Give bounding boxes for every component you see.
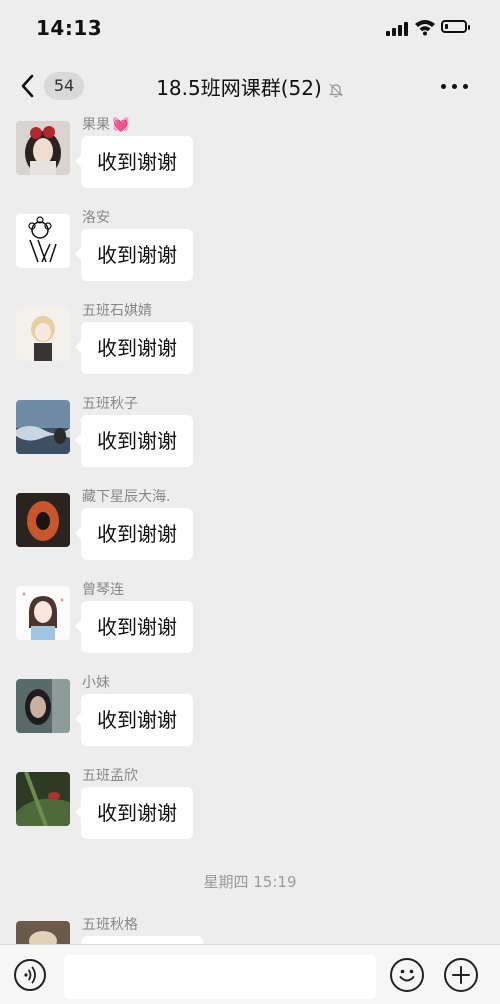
- sender-name: 果果 💓: [82, 117, 130, 133]
- sender-name: 曾琴连: [82, 582, 124, 598]
- message-item: 洛安 收到谢谢: [0, 207, 500, 300]
- message-bubble[interactable]: 收到谢谢: [75, 322, 193, 374]
- message-input[interactable]: [64, 955, 376, 999]
- message-timestamp: 星期四 15:19: [203, 873, 297, 891]
- message-item: 五班孟欣 收到谢谢: [0, 765, 500, 858]
- voice-button[interactable]: [14, 959, 46, 991]
- sender-name: 五班秋格: [82, 917, 138, 933]
- sender-name: 五班秋子: [82, 396, 138, 412]
- battery-level: [445, 24, 448, 29]
- message-bubble[interactable]: 收到谢谢: [75, 601, 193, 653]
- plus-circle-icon: [452, 966, 470, 984]
- avatar[interactable]: [16, 121, 70, 175]
- message-list[interactable]: 果果 💓 收到谢谢 洛安 收到谢谢 五班石娸婧 收到谢谢 五班秋子 收到谢谢 藏…: [0, 114, 500, 944]
- message-item: 小妹 收到谢谢: [0, 672, 500, 765]
- heart-emoji: 💓: [112, 117, 130, 133]
- sender-name: 小妹: [82, 675, 110, 691]
- avatar[interactable]: [16, 772, 70, 826]
- avatar[interactable]: [16, 586, 70, 640]
- avatar[interactable]: [16, 679, 70, 733]
- message-item: 五班秋格: [0, 914, 500, 944]
- message-bubble[interactable]: [81, 936, 203, 944]
- sender-name: 五班孟欣: [82, 768, 138, 784]
- emoji-icon: [399, 969, 415, 982]
- chat-screen: 14:13 54 18.5班网课群(52) 果果 💓 收到谢谢 洛安 收到谢谢 …: [0, 0, 500, 1004]
- chevron-left-icon: [21, 74, 34, 98]
- chat-header: 54 18.5班网课群(52): [0, 56, 500, 114]
- message-item: 五班石娸婧 收到谢谢: [0, 300, 500, 393]
- chat-title: 18.5班网课群(52): [156, 76, 322, 100]
- more-options-button[interactable]: [438, 76, 472, 96]
- more-functions-button[interactable]: [444, 958, 478, 992]
- chat-input-bar: [0, 944, 500, 1004]
- message-item: 藏下星辰大海. 收到谢谢: [0, 486, 500, 579]
- avatar[interactable]: [16, 493, 70, 547]
- message-item: 果果 💓 收到谢谢: [0, 114, 500, 207]
- message-bubble[interactable]: 收到谢谢: [75, 229, 193, 281]
- message-bubble[interactable]: 收到谢谢: [75, 136, 193, 188]
- status-time: 14:13: [36, 16, 103, 40]
- voice-icon: [24, 966, 36, 984]
- sender-name: 藏下星辰大海.: [82, 489, 171, 505]
- battery-icon: [441, 20, 470, 33]
- bell-muted-icon: [328, 83, 343, 97]
- sender-name: 五班石娸婧: [82, 303, 152, 319]
- message-item: 五班秋子 收到谢谢: [0, 393, 500, 486]
- avatar[interactable]: [16, 400, 70, 454]
- message-bubble[interactable]: 收到谢谢: [75, 694, 193, 746]
- wifi-icon: [415, 20, 435, 36]
- back-button[interactable]: 54: [14, 70, 90, 102]
- emoji-button[interactable]: [390, 958, 424, 992]
- cellular-signal-icon: [386, 22, 410, 36]
- sender-name: 洛安: [82, 210, 110, 226]
- message-bubble[interactable]: 收到谢谢: [75, 415, 193, 467]
- avatar[interactable]: [16, 214, 70, 268]
- message-bubble[interactable]: 收到谢谢: [75, 787, 193, 839]
- chat-title-group: 18.5班网课群(52): [110, 72, 390, 101]
- unread-count-badge: 54: [44, 72, 84, 100]
- status-bar: 14:13: [0, 0, 500, 56]
- message-item: 曾琴连 收到谢谢: [0, 579, 500, 672]
- message-bubble[interactable]: 收到谢谢: [75, 508, 193, 560]
- avatar[interactable]: [16, 921, 70, 944]
- avatar[interactable]: [16, 307, 70, 361]
